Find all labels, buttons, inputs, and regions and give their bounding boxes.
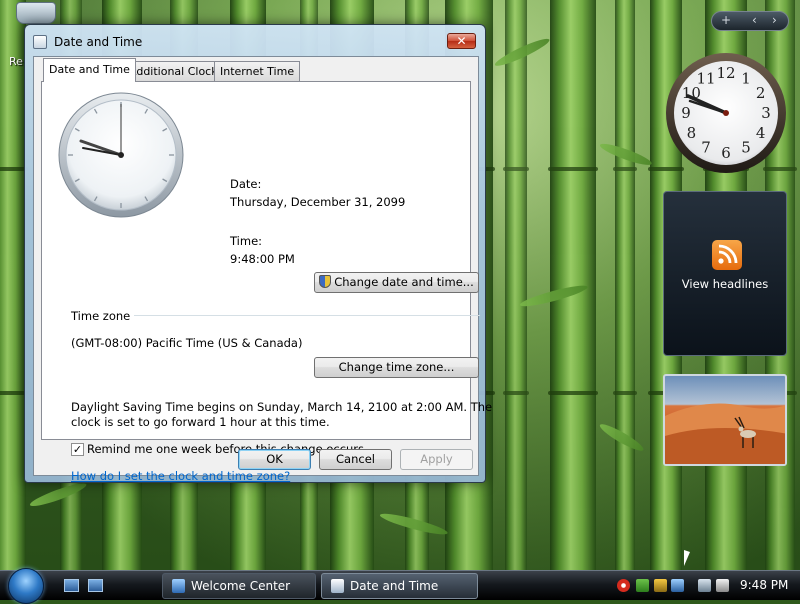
apply-button[interactable]: Apply [400,449,473,470]
welcome-center-icon [172,579,185,593]
clock-numeral: 11 [696,69,715,87]
date-value: Thursday, December 31, 2099 [230,195,406,209]
clock-numeral: 6 [721,144,731,162]
taskbar: Welcome Center Date and Time 9:48 PM [0,568,800,604]
date-time-tab-panel: Date: Thursday, December 31, 2099 Time: … [41,81,492,483]
volume-muted-icon[interactable] [716,579,729,592]
cancel-button[interactable]: Cancel [319,449,392,470]
windows-update-icon[interactable] [654,579,667,592]
uac-shield-icon [319,275,332,288]
dst-info-line-2: clock is set to go forward 1 hour at thi… [71,415,330,429]
change-date-time-button[interactable]: Change date and time... [314,272,479,293]
taskbar-clock[interactable]: 9:48 PM [740,578,788,592]
date-label: Date: [230,177,262,191]
clock-numeral: 8 [687,124,697,142]
clock-numeral: 9 [681,104,691,122]
slideshow-gadget[interactable] [663,374,787,466]
previous-page-button[interactable]: ‹ [752,13,757,27]
next-page-button[interactable]: › [772,13,777,27]
tab-date-and-time[interactable]: Date and Time [43,58,136,82]
recycle-bin-label: Re [9,55,23,68]
view-headlines-label: View headlines [681,277,769,291]
clock-numeral: 4 [756,124,766,142]
time-label: Time: [230,234,263,248]
time-value: 9:48:00 PM [230,252,295,266]
clock-gadget[interactable]: 12 1234567891011 [665,52,787,174]
analog-clock-face [58,92,184,218]
add-gadget-button[interactable]: + [721,13,731,27]
dialog-client-area: Date and Time Additional Clocks Internet… [33,56,492,483]
timezone-divider [134,315,480,316]
timezone-header: Time zone [71,309,131,323]
clock-numeral: 3 [761,104,771,122]
recycle-bin-icon[interactable] [16,2,56,24]
action-center-icon[interactable] [671,579,684,592]
dialog-title: Date and Time [54,35,143,49]
rss-feed-icon [712,240,742,270]
start-button[interactable] [8,568,44,604]
clock-numeral: 5 [741,139,751,157]
change-time-zone-button[interactable]: Change time zone... [314,357,479,378]
show-desktop-icon[interactable] [64,579,79,592]
ok-button[interactable]: OK [238,449,311,470]
close-button[interactable]: ✕ [447,33,476,49]
mouse-cursor [684,550,690,566]
dst-info-line-1: Daylight Saving Time begins on Sunday, M… [71,400,493,414]
date-time-app-icon [33,35,47,49]
timezone-value: (GMT-08:00) Pacific Time (US & Canada) [71,336,303,350]
feed-headlines-gadget[interactable]: View headlines [663,191,787,356]
tab-internet-time[interactable]: Internet Time [214,61,301,81]
date-time-task-icon [331,579,344,593]
clock-numeral: 2 [756,84,766,102]
desert-photo [665,403,785,464]
taskbar-item-label: Date and Time [350,579,439,593]
taskbar-item-welcome-center[interactable]: Welcome Center [162,573,316,599]
clock-numeral: 7 [701,139,711,157]
switch-windows-icon[interactable] [88,579,103,592]
taskbar-item-label: Welcome Center [191,579,291,593]
clock-numeral: 1 [741,69,751,87]
clock-numeral: 12 [716,64,735,82]
remind-checkbox[interactable]: ✓ [71,443,84,456]
taskbar-item-date-and-time[interactable]: Date and Time [321,573,478,599]
sidebar-controls: + ‹ › [711,11,789,31]
network-icon[interactable] [698,579,711,592]
security-alert-icon[interactable] [617,579,630,592]
date-time-dialog: Date and Time ✕ Date and Time Additional… [24,24,492,483]
dialog-titlebar[interactable]: Date and Time ✕ [25,25,485,57]
change-date-time-label: Change date and time... [334,275,474,289]
help-link[interactable]: How do I set the clock and time zone? [71,469,290,483]
windows-defender-icon[interactable] [636,579,649,592]
